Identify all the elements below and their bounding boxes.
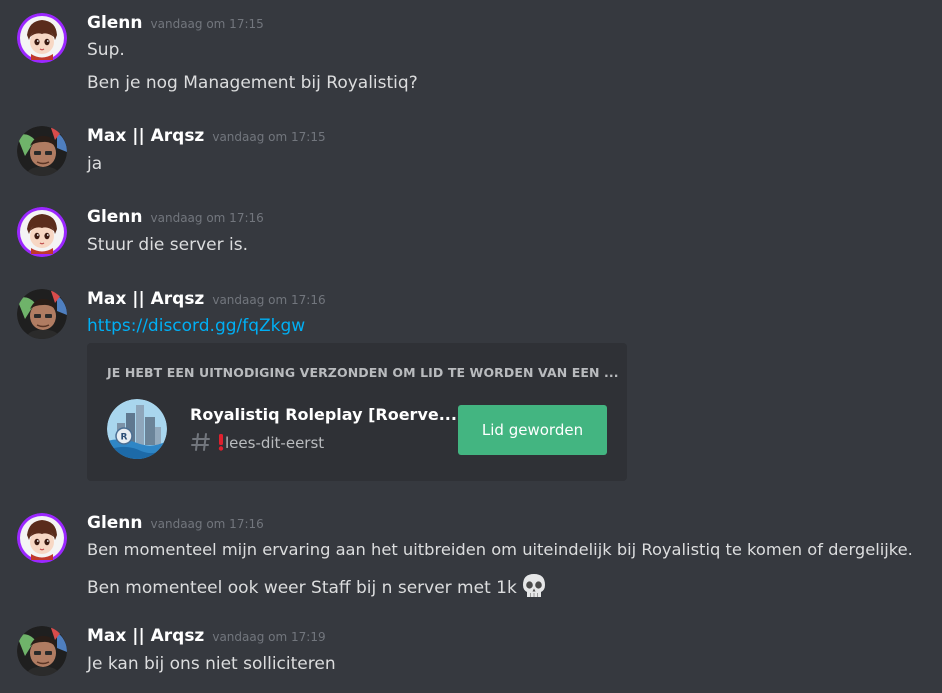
man-photo-avatar-icon[interactable] — [17, 626, 67, 676]
join-server-button[interactable]: Lid geworden — [458, 405, 607, 455]
man-photo-avatar-icon[interactable] — [17, 126, 67, 176]
timestamp: vandaag om 17:16 — [150, 517, 264, 531]
message-header: Glenn vandaag om 17:15 — [87, 13, 264, 35]
username[interactable]: Max || Arqsz — [87, 289, 204, 309]
message-text: Ben je nog Management bij Royalistiq? — [87, 73, 418, 93]
server-invite-embed: JE HEBT EEN UITNODIGING VERZONDEN OM LID… — [87, 343, 627, 481]
hash-icon — [191, 432, 211, 456]
server-icon: R — [107, 399, 167, 459]
timestamp: vandaag om 17:16 — [212, 293, 326, 307]
anime-boy-avatar-icon[interactable] — [17, 207, 67, 257]
message-text: Stuur die server is. — [87, 235, 248, 255]
skull-emoji-icon — [521, 573, 547, 604]
message-text: Sup. — [87, 40, 125, 60]
invite-link[interactable]: https://discord.gg/fqZkgw — [87, 316, 305, 336]
anime-boy-avatar-icon[interactable] — [17, 513, 67, 563]
invite-heading: JE HEBT EEN UITNODIGING VERZONDEN OM LID… — [107, 365, 619, 380]
message-text: Je kan bij ons niet solliciteren — [87, 654, 336, 674]
message-text: Ben momenteel mijn ervaring aan het uitb… — [87, 540, 913, 559]
invite-channel: lees-dit-eerst — [191, 432, 324, 454]
timestamp: vandaag om 17:19 — [212, 630, 326, 644]
username[interactable]: Glenn — [87, 513, 143, 533]
timestamp: vandaag om 17:15 — [150, 17, 264, 31]
man-photo-avatar-icon[interactable] — [17, 289, 67, 339]
server-name: Royalistiq Roleplay [Roerve... — [190, 405, 457, 424]
channel-name: lees-dit-eerst — [225, 434, 325, 452]
anime-boy-avatar-icon[interactable] — [17, 13, 67, 63]
timestamp: vandaag om 17:16 — [150, 211, 264, 225]
message-text-content: Ben momenteel ook weer Staff bij n serve… — [87, 578, 517, 598]
username[interactable]: Glenn — [87, 207, 143, 227]
username[interactable]: Max || Arqsz — [87, 126, 204, 146]
message-header: Max || Arqsz vandaag om 17:19 — [87, 626, 326, 648]
message-header: Glenn vandaag om 17:16 — [87, 207, 264, 229]
timestamp: vandaag om 17:15 — [212, 130, 326, 144]
username[interactable]: Glenn — [87, 13, 143, 33]
chat-messages: Glenn vandaag om 17:15 Sup. Ben je nog Ma… — [0, 0, 942, 693]
svg-text:R: R — [121, 433, 128, 443]
message-text: Ben momenteel ook weer Staff bij n serve… — [87, 573, 547, 604]
username[interactable]: Max || Arqsz — [87, 626, 204, 646]
message-header: Max || Arqsz vandaag om 17:15 — [87, 126, 326, 148]
message-header: Max || Arqsz vandaag om 17:16 — [87, 289, 326, 311]
message-text: ja — [87, 154, 103, 174]
message-header: Glenn vandaag om 17:16 — [87, 513, 264, 535]
red-exclamation-icon — [217, 433, 225, 455]
